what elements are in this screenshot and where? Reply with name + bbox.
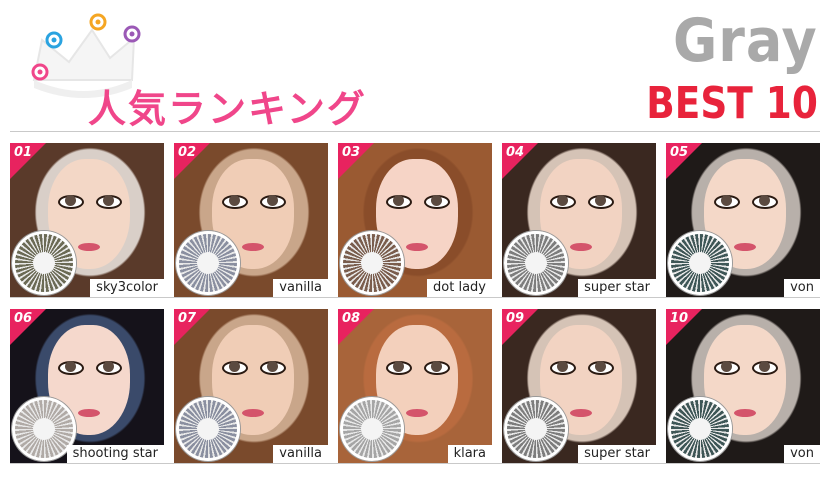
product-card[interactable]: 09 super star bbox=[502, 309, 656, 463]
product-name[interactable]: dot lady bbox=[427, 279, 492, 297]
product-name[interactable]: klara bbox=[447, 445, 492, 463]
divider bbox=[10, 297, 820, 298]
lens-icon bbox=[176, 397, 240, 461]
product-card[interactable]: 06 shooting star bbox=[10, 309, 164, 463]
divider bbox=[10, 131, 820, 132]
rank-number: 07 bbox=[178, 311, 197, 326]
ranking-row: 01 sky3color 02 vanilla 03 dot lady 04 super st… bbox=[10, 143, 830, 297]
product-name[interactable]: von bbox=[784, 445, 820, 463]
lens-icon bbox=[668, 397, 732, 461]
lens-icon bbox=[340, 397, 404, 461]
lens-icon bbox=[668, 231, 732, 295]
product-card[interactable]: 08 klara bbox=[338, 309, 492, 463]
lens-icon bbox=[12, 231, 76, 295]
product-card[interactable]: 03 dot lady bbox=[338, 143, 492, 297]
rank-number: 10 bbox=[670, 311, 689, 326]
product-card[interactable]: 07 vanilla bbox=[174, 309, 328, 463]
rank-number: 03 bbox=[342, 145, 361, 160]
product-name[interactable]: shooting star bbox=[66, 445, 164, 463]
lens-icon bbox=[504, 231, 568, 295]
ranking-title: 人気ランキング bbox=[88, 87, 367, 131]
product-card[interactable]: 10 von bbox=[666, 309, 820, 463]
rank-number: 05 bbox=[670, 145, 689, 160]
rank-number: 09 bbox=[506, 311, 525, 326]
product-name[interactable]: super star bbox=[578, 279, 656, 297]
lens-icon bbox=[504, 397, 568, 461]
product-name[interactable]: vanilla bbox=[273, 279, 328, 297]
rank-number: 06 bbox=[14, 311, 33, 326]
product-name[interactable]: sky3color bbox=[90, 279, 164, 297]
product-card[interactable]: 04 super star bbox=[502, 143, 656, 297]
rank-number: 02 bbox=[178, 145, 197, 160]
product-name[interactable]: von bbox=[784, 279, 820, 297]
product-card[interactable]: 01 sky3color bbox=[10, 143, 164, 297]
rank-number: 08 bbox=[342, 311, 361, 326]
best-title: BEST 10 bbox=[646, 78, 818, 129]
ranking-row: 06 shooting star 07 vanilla 08 klara 09 super s… bbox=[10, 309, 830, 463]
product-card[interactable]: 05 von bbox=[666, 143, 820, 297]
product-name[interactable]: super star bbox=[578, 445, 656, 463]
color-title: Gray bbox=[673, 6, 818, 76]
divider bbox=[10, 463, 820, 464]
rank-number: 01 bbox=[14, 145, 33, 160]
lens-icon bbox=[176, 231, 240, 295]
page-header: 人気ランキング Gray BEST 10 bbox=[0, 0, 830, 131]
lens-icon bbox=[340, 231, 404, 295]
product-name[interactable]: vanilla bbox=[273, 445, 328, 463]
rank-number: 04 bbox=[506, 145, 525, 160]
product-card[interactable]: 02 vanilla bbox=[174, 143, 328, 297]
